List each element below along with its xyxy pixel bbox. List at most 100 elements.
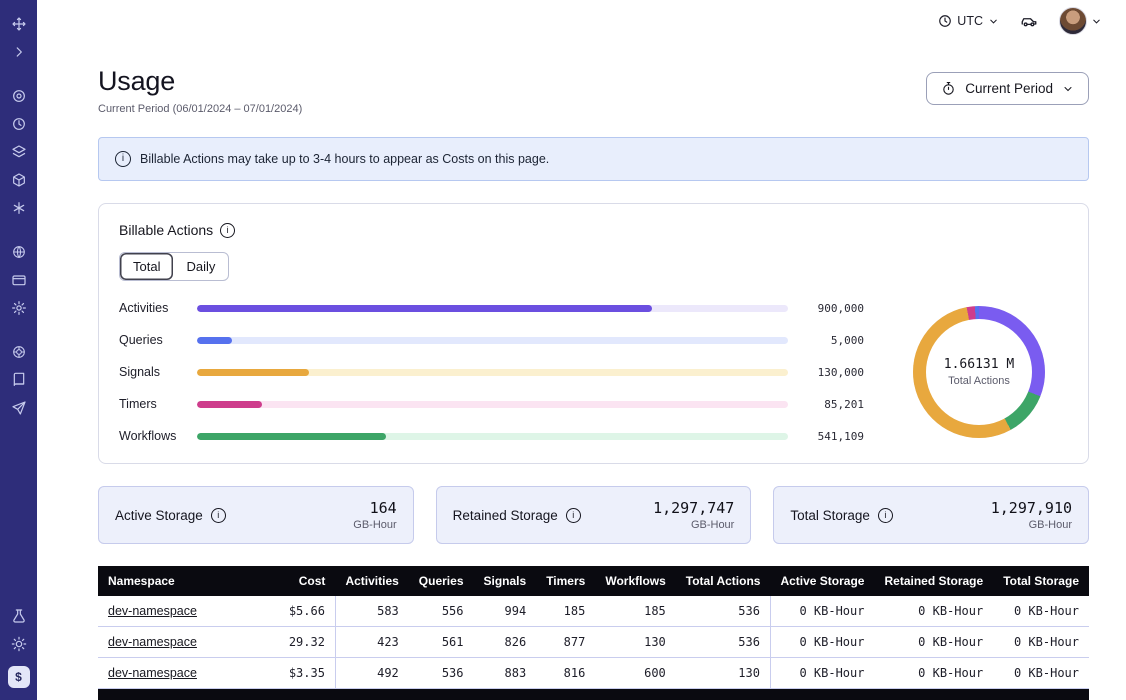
bar-track [197, 305, 788, 312]
col-queries: Queries [409, 566, 474, 596]
workflows-icon[interactable] [7, 84, 31, 108]
bar-track [197, 433, 788, 440]
info-banner: Billable Actions may take up to 3-4 hour… [98, 137, 1089, 181]
bar-label: Queries [119, 333, 183, 347]
bar-fill [197, 305, 652, 312]
cell-workflows: 600 [595, 658, 675, 689]
cell-active-storage: 0 KB-Hour [770, 596, 874, 627]
cell-timers: 185 [536, 596, 595, 627]
period-selector-button[interactable]: Current Period [926, 72, 1089, 105]
nav-logo-icon[interactable] [7, 12, 31, 36]
info-icon [115, 151, 131, 167]
bar-label: Activities [119, 301, 183, 315]
topbar: UTC [37, 0, 1126, 42]
bar-row: Queries 5,000 [119, 333, 864, 347]
active-storage-value: 164 [353, 499, 396, 517]
col-active-storage: Active Storage [770, 566, 874, 596]
col-total-actions: Total Actions [676, 566, 771, 596]
labs-flask-icon[interactable] [7, 604, 31, 628]
cell-total-actions: 130 [676, 658, 771, 689]
retained-storage-card: Retained Storage 1,297,747 GB-Hour [436, 486, 752, 544]
retained-storage-label: Retained Storage [453, 508, 558, 523]
batch-icon[interactable] [7, 140, 31, 164]
period-selector-label: Current Period [965, 81, 1053, 96]
tab-total[interactable]: Total [120, 253, 173, 280]
theme-sun-icon[interactable] [7, 632, 31, 656]
chevron-down-icon [1091, 16, 1102, 27]
deployments-icon[interactable] [7, 168, 31, 192]
info-icon[interactable] [878, 508, 893, 523]
cell-signals: 883 [474, 658, 537, 689]
col-signals: Signals [474, 566, 537, 596]
info-icon[interactable] [566, 508, 581, 523]
active-storage-label: Active Storage [115, 508, 203, 523]
page-title: Usage [98, 66, 302, 97]
cell-queries: 536 [409, 658, 474, 689]
stopwatch-icon [941, 81, 956, 96]
cell-total-storage: 0 KB-Hour [993, 658, 1089, 689]
cell-workflows: 185 [595, 596, 675, 627]
vehicle-icon[interactable] [1017, 9, 1041, 33]
cell-active-storage: 0 KB-Hour [770, 658, 874, 689]
info-icon[interactable] [211, 508, 226, 523]
cell-activities: 583 [335, 596, 408, 627]
nexus-icon[interactable] [7, 196, 31, 220]
retained-storage-unit: GB-Hour [653, 519, 734, 531]
chevron-down-icon [1062, 83, 1074, 95]
col-timers: Timers [536, 566, 595, 596]
namespace-usage-table: Namespace Cost Activities Queries Signal… [98, 566, 1089, 700]
main-area: UTC Usage Current Period (06/01/2024 – 0… [37, 0, 1126, 700]
bar-track [197, 369, 788, 376]
table-summary-row-partial [98, 689, 1089, 700]
bar-row: Timers 85,201 [119, 397, 864, 411]
retained-storage-value: 1,297,747 [653, 499, 734, 517]
namespace-link[interactable]: dev-namespace [108, 604, 197, 618]
cell-active-storage: 0 KB-Hour [770, 627, 874, 658]
col-retained-storage: Retained Storage [874, 566, 993, 596]
cell-queries: 561 [409, 627, 474, 658]
active-storage-card: Active Storage 164 GB-Hour [98, 486, 414, 544]
bar-row: Workflows 541,109 [119, 429, 864, 443]
usage-dollar-icon[interactable]: $ [8, 666, 30, 688]
cell-total-actions: 536 [676, 627, 771, 658]
avatar [1059, 7, 1087, 35]
namespace-link[interactable]: dev-namespace [108, 635, 197, 649]
bar-value: 900,000 [802, 302, 864, 315]
bar-label: Timers [119, 397, 183, 411]
cell-total-storage: 0 KB-Hour [993, 627, 1089, 658]
donut-total-label: Total Actions [948, 375, 1010, 387]
cell-activities: 423 [335, 627, 408, 658]
cell-retained-storage: 0 KB-Hour [874, 596, 993, 627]
cell-cost: $5.66 [271, 596, 335, 627]
namespaces-icon[interactable] [7, 240, 31, 264]
info-icon[interactable] [220, 223, 235, 238]
billing-icon[interactable] [7, 268, 31, 292]
col-workflows: Workflows [595, 566, 675, 596]
info-banner-text: Billable Actions may take up to 3-4 hour… [140, 152, 549, 166]
billable-bar-chart: Activities 900,000 Queries 5,000 Signals [119, 301, 864, 443]
docs-icon[interactable] [7, 368, 31, 392]
table-row: dev-namespace 29.32 423 561 826 877 130 … [98, 627, 1089, 658]
timezone-selector[interactable]: UTC [938, 14, 999, 28]
schedules-icon[interactable] [7, 112, 31, 136]
cell-queries: 556 [409, 596, 474, 627]
storage-summary-row: Active Storage 164 GB-Hour Retained Stor… [98, 486, 1089, 544]
account-menu[interactable] [1059, 7, 1102, 35]
bar-label: Signals [119, 365, 183, 379]
page-content: Usage Current Period (06/01/2024 – 07/01… [37, 42, 1126, 700]
support-icon[interactable] [7, 340, 31, 364]
total-storage-value: 1,297,910 [991, 499, 1072, 517]
namespace-link[interactable]: dev-namespace [108, 666, 197, 680]
col-namespace: Namespace [98, 566, 271, 596]
cell-retained-storage: 0 KB-Hour [874, 658, 993, 689]
cell-cost: 29.32 [271, 627, 335, 658]
collapse-chevron-icon[interactable] [7, 40, 31, 64]
settings-gear-icon[interactable] [7, 296, 31, 320]
getting-started-icon[interactable] [7, 396, 31, 420]
cell-workflows: 130 [595, 627, 675, 658]
bar-track [197, 337, 788, 344]
cell-signals: 826 [474, 627, 537, 658]
table-row: dev-namespace $5.66 583 556 994 185 185 … [98, 596, 1089, 627]
col-cost: Cost [271, 566, 335, 596]
tab-daily[interactable]: Daily [173, 253, 228, 280]
